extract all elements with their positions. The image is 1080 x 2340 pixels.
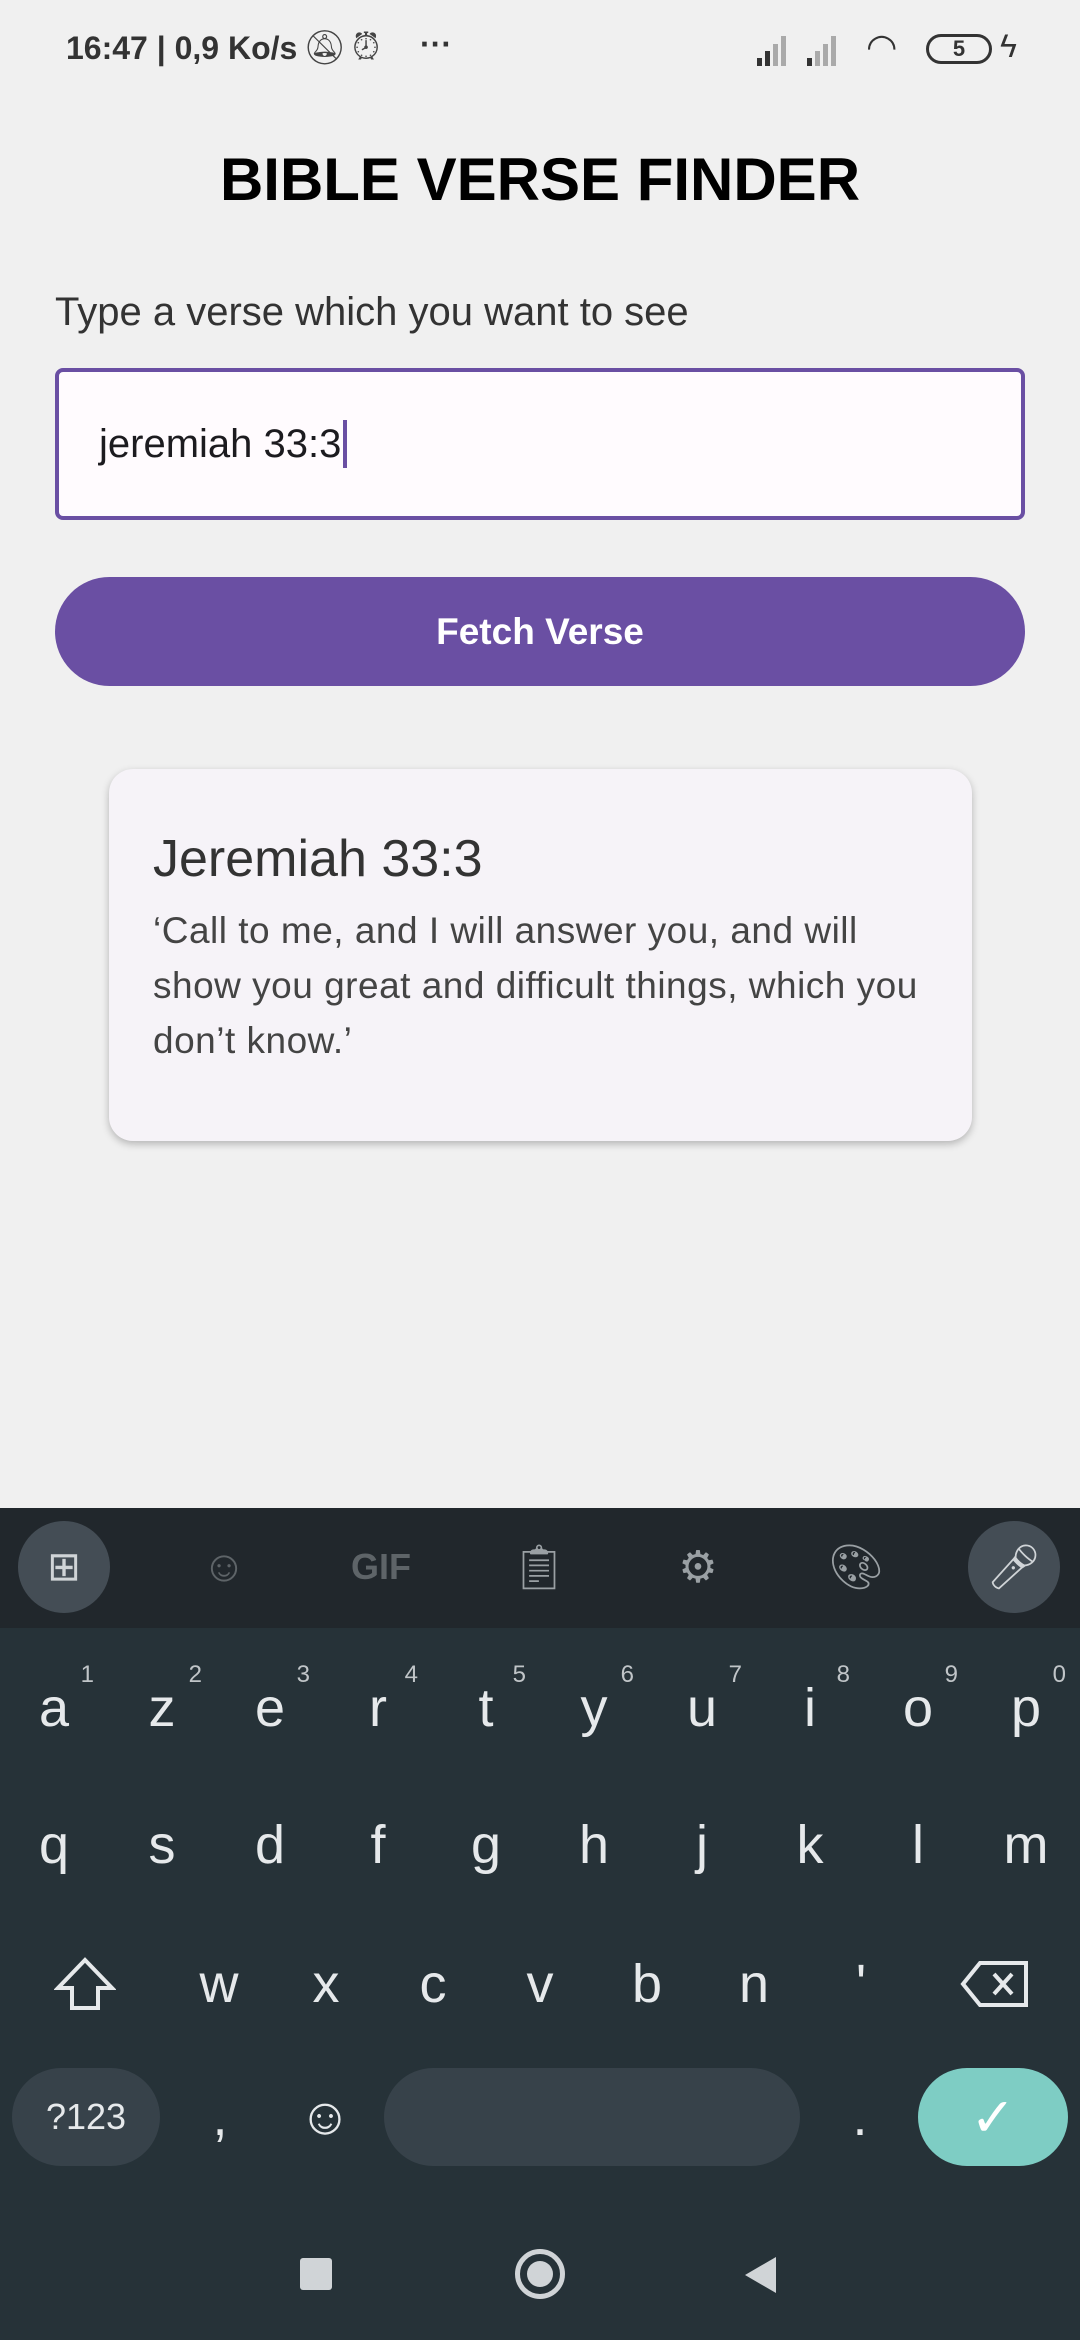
key-row-4: ?123 , ☺ . ✓ <box>0 2068 1080 2198</box>
key[interactable]: f <box>324 1780 432 1910</box>
key[interactable]: c <box>379 1919 487 2049</box>
space-bar[interactable] <box>384 2068 800 2166</box>
alarm-icon: ⏰︎ <box>352 26 381 67</box>
verse-card: Jeremiah 33:3 ‘Call to me, and I will an… <box>109 769 972 1141</box>
verse-input-value: jeremiah 33:3 <box>99 421 342 466</box>
signal-icon <box>757 36 836 66</box>
verse-reference: Jeremiah 33:3 <box>153 830 483 888</box>
key[interactable]: p0 <box>972 1643 1080 1773</box>
status-time: 16:47 | 0,9 Ko/s <box>66 30 298 66</box>
wifi-icon: ◠ <box>866 26 898 67</box>
key-row-3: w x c v b n ' <box>0 1919 1080 2049</box>
page-title: BIBLE VERSE FINDER <box>219 146 861 213</box>
key[interactable]: i8 <box>756 1643 864 1773</box>
charging-icon: ϟ <box>1000 28 1017 64</box>
status-bar: 16:47 | 0,9 Ko/s 🔕︎ ⏰︎ ··· ◠ 5 ϟ <box>0 0 1080 100</box>
settings-icon[interactable]: ⚙ <box>652 1521 744 1613</box>
shift-key[interactable] <box>15 1919 155 2049</box>
enter-key[interactable]: ✓ <box>918 2068 1068 2166</box>
navigation-bar <box>0 2200 1080 2340</box>
key[interactable]: n <box>700 1919 808 2049</box>
key[interactable]: b <box>593 1919 701 2049</box>
sticker-icon[interactable]: ☺ <box>178 1521 270 1613</box>
key[interactable]: m <box>972 1780 1080 1910</box>
period-key[interactable]: . <box>810 2068 910 2166</box>
verse-input[interactable]: jeremiah 33:3 <box>55 368 1025 520</box>
backspace-key[interactable] <box>925 1919 1065 2049</box>
key[interactable]: k <box>756 1780 864 1910</box>
shift-icon <box>54 1957 116 2010</box>
key[interactable]: r4 <box>324 1643 432 1773</box>
key[interactable]: s <box>108 1780 216 1910</box>
gif-button[interactable]: GIF <box>335 1521 427 1613</box>
key[interactable]: j <box>648 1780 756 1910</box>
key[interactable]: o9 <box>864 1643 972 1773</box>
clipboard-icon[interactable]: 📋︎ <box>493 1521 585 1613</box>
key[interactable]: x <box>272 1919 380 2049</box>
battery-icon: 5 <box>926 34 992 64</box>
key[interactable]: u7 <box>648 1643 756 1773</box>
more-notifications: ··· <box>420 26 452 62</box>
mute-bell-icon: 🔕︎ <box>303 29 347 67</box>
key-row-2: q s d f g h j k l m <box>0 1780 1080 1910</box>
palette-icon[interactable]: 🎨︎ <box>810 1521 902 1613</box>
key[interactable]: t5 <box>432 1643 540 1773</box>
verse-text: ‘Call to me, and I will answer you, and … <box>153 910 918 1061</box>
key[interactable]: d <box>216 1780 324 1910</box>
apps-icon[interactable]: ⊞ <box>18 1521 110 1613</box>
verse-input-label: Type a verse which you want to see <box>55 290 689 334</box>
key[interactable]: l <box>864 1780 972 1910</box>
emoji-key[interactable]: ☺ <box>275 2068 375 2166</box>
key[interactable]: a1 <box>0 1643 108 1773</box>
key-row-1: a1 z2 e3 r4 t5 y6 u7 i8 o9 p0 <box>0 1643 1080 1773</box>
keyboard-toolbar: ⊞ ☺ GIF 📋︎ ⚙ 🎨︎ 🎤︎ <box>0 1508 1080 1628</box>
key[interactable]: g <box>432 1780 540 1910</box>
key[interactable]: h <box>540 1780 648 1910</box>
key[interactable]: y6 <box>540 1643 648 1773</box>
emoji-icon: ☺ <box>298 2088 352 2146</box>
mic-icon[interactable]: 🎤︎ <box>968 1521 1060 1613</box>
recents-button[interactable] <box>300 2258 332 2290</box>
symbols-key[interactable]: ?123 <box>12 2068 160 2166</box>
check-icon: ✓ <box>970 2087 1016 2148</box>
comma-key[interactable]: , <box>170 2068 270 2166</box>
key[interactable]: w <box>165 1919 273 2049</box>
backspace-icon <box>960 1961 1028 2007</box>
key[interactable]: z2 <box>108 1643 216 1773</box>
key[interactable]: e3 <box>216 1643 324 1773</box>
text-cursor <box>343 420 348 468</box>
fetch-verse-button[interactable]: Fetch Verse <box>55 577 1025 686</box>
home-button[interactable] <box>515 2249 565 2299</box>
key[interactable]: ' <box>807 1919 915 2049</box>
key[interactable]: q <box>0 1780 108 1910</box>
back-button[interactable] <box>742 2255 778 2295</box>
key[interactable]: v <box>486 1919 594 2049</box>
battery-level: 5 <box>952 36 966 61</box>
